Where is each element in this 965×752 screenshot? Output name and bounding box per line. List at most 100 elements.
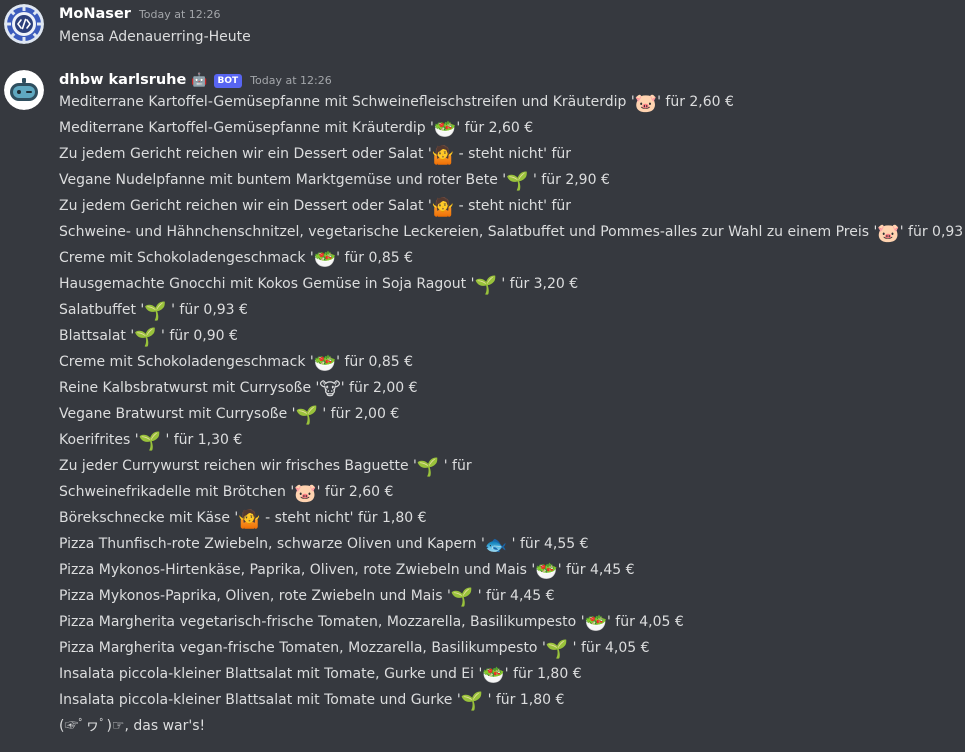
menu-line: Zu jeder Currywurst reichen wir frisches… <box>59 453 472 479</box>
menu-line-price: ' für 0,93 € <box>899 224 965 240</box>
menu-line-text: Hausgemachte Gnocchi mit Kokos Gemüse in… <box>59 276 475 292</box>
fish-icon[interactable]: 🐟 <box>485 535 507 557</box>
menu-line-text: Creme mit Schokoladengeschmack ' <box>59 250 314 266</box>
menu-line-text: Pizza Mykonos-Hirtenkäse, Paprika, Olive… <box>59 562 536 578</box>
cow-icon[interactable]: 🐮 <box>319 379 340 401</box>
salad-icon[interactable]: 🥗 <box>314 353 336 375</box>
menu-line: Blattsalat '🌱 ' für 0,90 € <box>59 323 238 349</box>
menu-line-price: ' für 4,05 € <box>568 640 650 656</box>
shrug-icon[interactable]: 🤷 <box>432 197 454 219</box>
menu-line-price: ' für 4,45 € <box>473 588 555 604</box>
menu-line: Pizza Mykonos-Paprika, Oliven, rote Zwie… <box>59 583 555 609</box>
menu-line-price: ' für 4,45 € <box>557 562 635 578</box>
pig-icon[interactable]: 🐷 <box>877 223 899 245</box>
menu-line: Mediterrane Kartoffel-Gemüsepfanne mit S… <box>59 89 734 115</box>
menu-line-text: Mediterrane Kartoffel-Gemüsepfanne mit K… <box>59 120 434 136</box>
seedling-icon[interactable]: 🌱 <box>144 301 166 323</box>
shrug-icon[interactable]: 🤷 <box>432 145 454 167</box>
seedling-icon[interactable]: 🌱 <box>474 275 496 297</box>
salad-icon[interactable]: 🥗 <box>535 561 557 583</box>
menu-line-text: Salatbuffet ' <box>59 302 145 318</box>
salad-icon[interactable]: 🥗 <box>314 249 336 271</box>
menu-line: Pizza Mykonos-Hirtenkäse, Paprika, Olive… <box>59 557 635 583</box>
avatar-bot[interactable] <box>4 70 44 110</box>
menu-line-price: ' für 0,93 € <box>166 302 248 318</box>
chat-messages: MoNaser Today at 12:26 Mensa Adenauerrin… <box>0 0 965 752</box>
menu-line-price: ' für 0,85 € <box>336 354 413 370</box>
menu-line-text: Insalata piccola-kleiner Blattsalat mit … <box>59 666 483 682</box>
code-avatar-icon <box>4 4 44 44</box>
bot-badge: BOT <box>213 74 243 88</box>
message-text: Mensa Adenauerring-Heute <box>59 29 251 45</box>
menu-line: Zu jedem Gericht reichen wir ein Dessert… <box>59 193 571 219</box>
menu-line: Koerifrites '🌱 ' für 1,30 € <box>59 427 242 453</box>
menu-line-text: Zu jeder Currywurst reichen wir frisches… <box>59 458 417 474</box>
message-header: MoNaser Today at 12:26 <box>59 6 221 26</box>
menu-line: Reine Kalbsbratwurst mit Currysoße '🐮' f… <box>59 375 418 401</box>
menu-line: Creme mit Schokoladengeschmack '🥗' für 0… <box>59 245 413 271</box>
menu-line-price: ' für 3,20 € <box>496 276 579 292</box>
pig-icon[interactable]: 🐷 <box>294 483 316 505</box>
menu-line-price: ' für 2,90 € <box>528 172 610 188</box>
menu-line-text: Koerifrites ' <box>59 432 139 448</box>
timestamp: Today at 12:26 <box>250 74 332 87</box>
menu-line-text: Börekschnecke mit Käse ' <box>59 510 239 526</box>
menu-line-price: - steht nicht' für <box>454 198 572 214</box>
menu-line-price: ' für 2,60 € <box>316 484 394 500</box>
menu-line-price: ' für 1,80 € <box>483 692 565 708</box>
menu-line-text: Zu jedem Gericht reichen wir ein Dessert… <box>59 146 432 162</box>
menu-line-text: Pizza Thunfisch-rote Zwiebeln, schwarze … <box>59 536 485 552</box>
seedling-icon[interactable]: 🌱 <box>546 639 568 661</box>
menu-line: Insalata piccola-kleiner Blattsalat mit … <box>59 661 582 687</box>
avatar-monaser[interactable] <box>4 4 44 44</box>
menu-line-text: Insalata piccola-kleiner Blattsalat mit … <box>59 692 461 708</box>
menu-line: (☞ﾟヮﾟ)☞, das war's! <box>59 713 205 739</box>
menu-line-text: Vegane Nudelpfanne mit buntem Marktgemüs… <box>59 172 507 188</box>
menu-line-price: ' für 1,30 € <box>161 432 243 448</box>
seedling-icon[interactable]: 🌱 <box>296 405 318 427</box>
salad-icon[interactable]: 🥗 <box>434 119 456 141</box>
menu-line: Pizza Margherita vegetarisch-frische Tom… <box>59 609 684 635</box>
robot-avatar-icon <box>4 70 44 110</box>
pig-icon[interactable]: 🐷 <box>635 93 657 115</box>
menu-line: Schweine- und Hähnchenschnitzel, vegetar… <box>59 219 965 245</box>
menu-line-price: ' für <box>439 458 472 474</box>
menu-line: Schweinefrikadelle mit Brötchen '🐷' für … <box>59 479 393 505</box>
menu-line-text: Vegane Bratwurst mit Currysoße ' <box>59 406 296 422</box>
author-name[interactable]: MoNaser <box>59 6 131 22</box>
menu-line: Pizza Thunfisch-rote Zwiebeln, schwarze … <box>59 531 589 557</box>
menu-line-price: ' für 0,90 € <box>156 328 238 344</box>
menu-line-text: Schweine- und Hähnchenschnitzel, vegetar… <box>59 224 878 240</box>
menu-line: Salatbuffet '🌱 ' für 0,93 € <box>59 297 248 323</box>
menu-line-price: ' für 1,80 € <box>504 666 582 682</box>
seedling-icon[interactable]: 🌱 <box>139 431 161 453</box>
menu-line-text: Pizza Mykonos-Paprika, Oliven, rote Zwie… <box>59 588 451 604</box>
menu-line-text: Reine Kalbsbratwurst mit Currysoße ' <box>59 380 320 396</box>
menu-line-text: Blattsalat ' <box>59 328 135 344</box>
menu-line-text: Creme mit Schokoladengeschmack ' <box>59 354 314 370</box>
menu-line-text: Zu jedem Gericht reichen wir ein Dessert… <box>59 198 432 214</box>
menu-line-text: Pizza Margherita vegetarisch-frische Tom… <box>59 614 585 630</box>
salad-icon[interactable]: 🥗 <box>585 613 607 635</box>
seedling-icon[interactable]: 🌱 <box>461 691 483 713</box>
menu-line-price: ' für 4,55 € <box>507 536 589 552</box>
menu-line-price: ' für 2,60 € <box>657 94 734 110</box>
menu-line: Mediterrane Kartoffel-Gemüsepfanne mit K… <box>59 115 533 141</box>
menu-line: Pizza Margherita vegan-frische Tomaten, … <box>59 635 650 661</box>
menu-line: Hausgemachte Gnocchi mit Kokos Gemüse in… <box>59 271 578 297</box>
seedling-icon[interactable]: 🌱 <box>134 327 156 349</box>
menu-line-text: Pizza Margherita vegan-frische Tomaten, … <box>59 640 546 656</box>
seedling-icon[interactable]: 🌱 <box>451 587 473 609</box>
menu-line-price: ' für 4,05 € <box>606 614 684 630</box>
menu-line-price: ' für 2,00 € <box>317 406 400 422</box>
menu-line: Creme mit Schokoladengeschmack '🥗' für 0… <box>59 349 413 375</box>
menu-line: Vegane Nudelpfanne mit buntem Marktgemüs… <box>59 167 610 193</box>
menu-line: Vegane Bratwurst mit Currysoße '🌱 ' für … <box>59 401 399 427</box>
menu-line: Börekschnecke mit Käse '🤷 - steht nicht'… <box>59 505 427 531</box>
author-name[interactable]: dhbw karlsruhe <box>59 72 186 88</box>
menu-line: Zu jedem Gericht reichen wir ein Dessert… <box>59 141 571 167</box>
seedling-icon[interactable]: 🌱 <box>417 457 439 479</box>
seedling-icon[interactable]: 🌱 <box>506 171 528 193</box>
salad-icon[interactable]: 🥗 <box>482 665 504 687</box>
shrug-icon[interactable]: 🤷 <box>238 509 260 531</box>
